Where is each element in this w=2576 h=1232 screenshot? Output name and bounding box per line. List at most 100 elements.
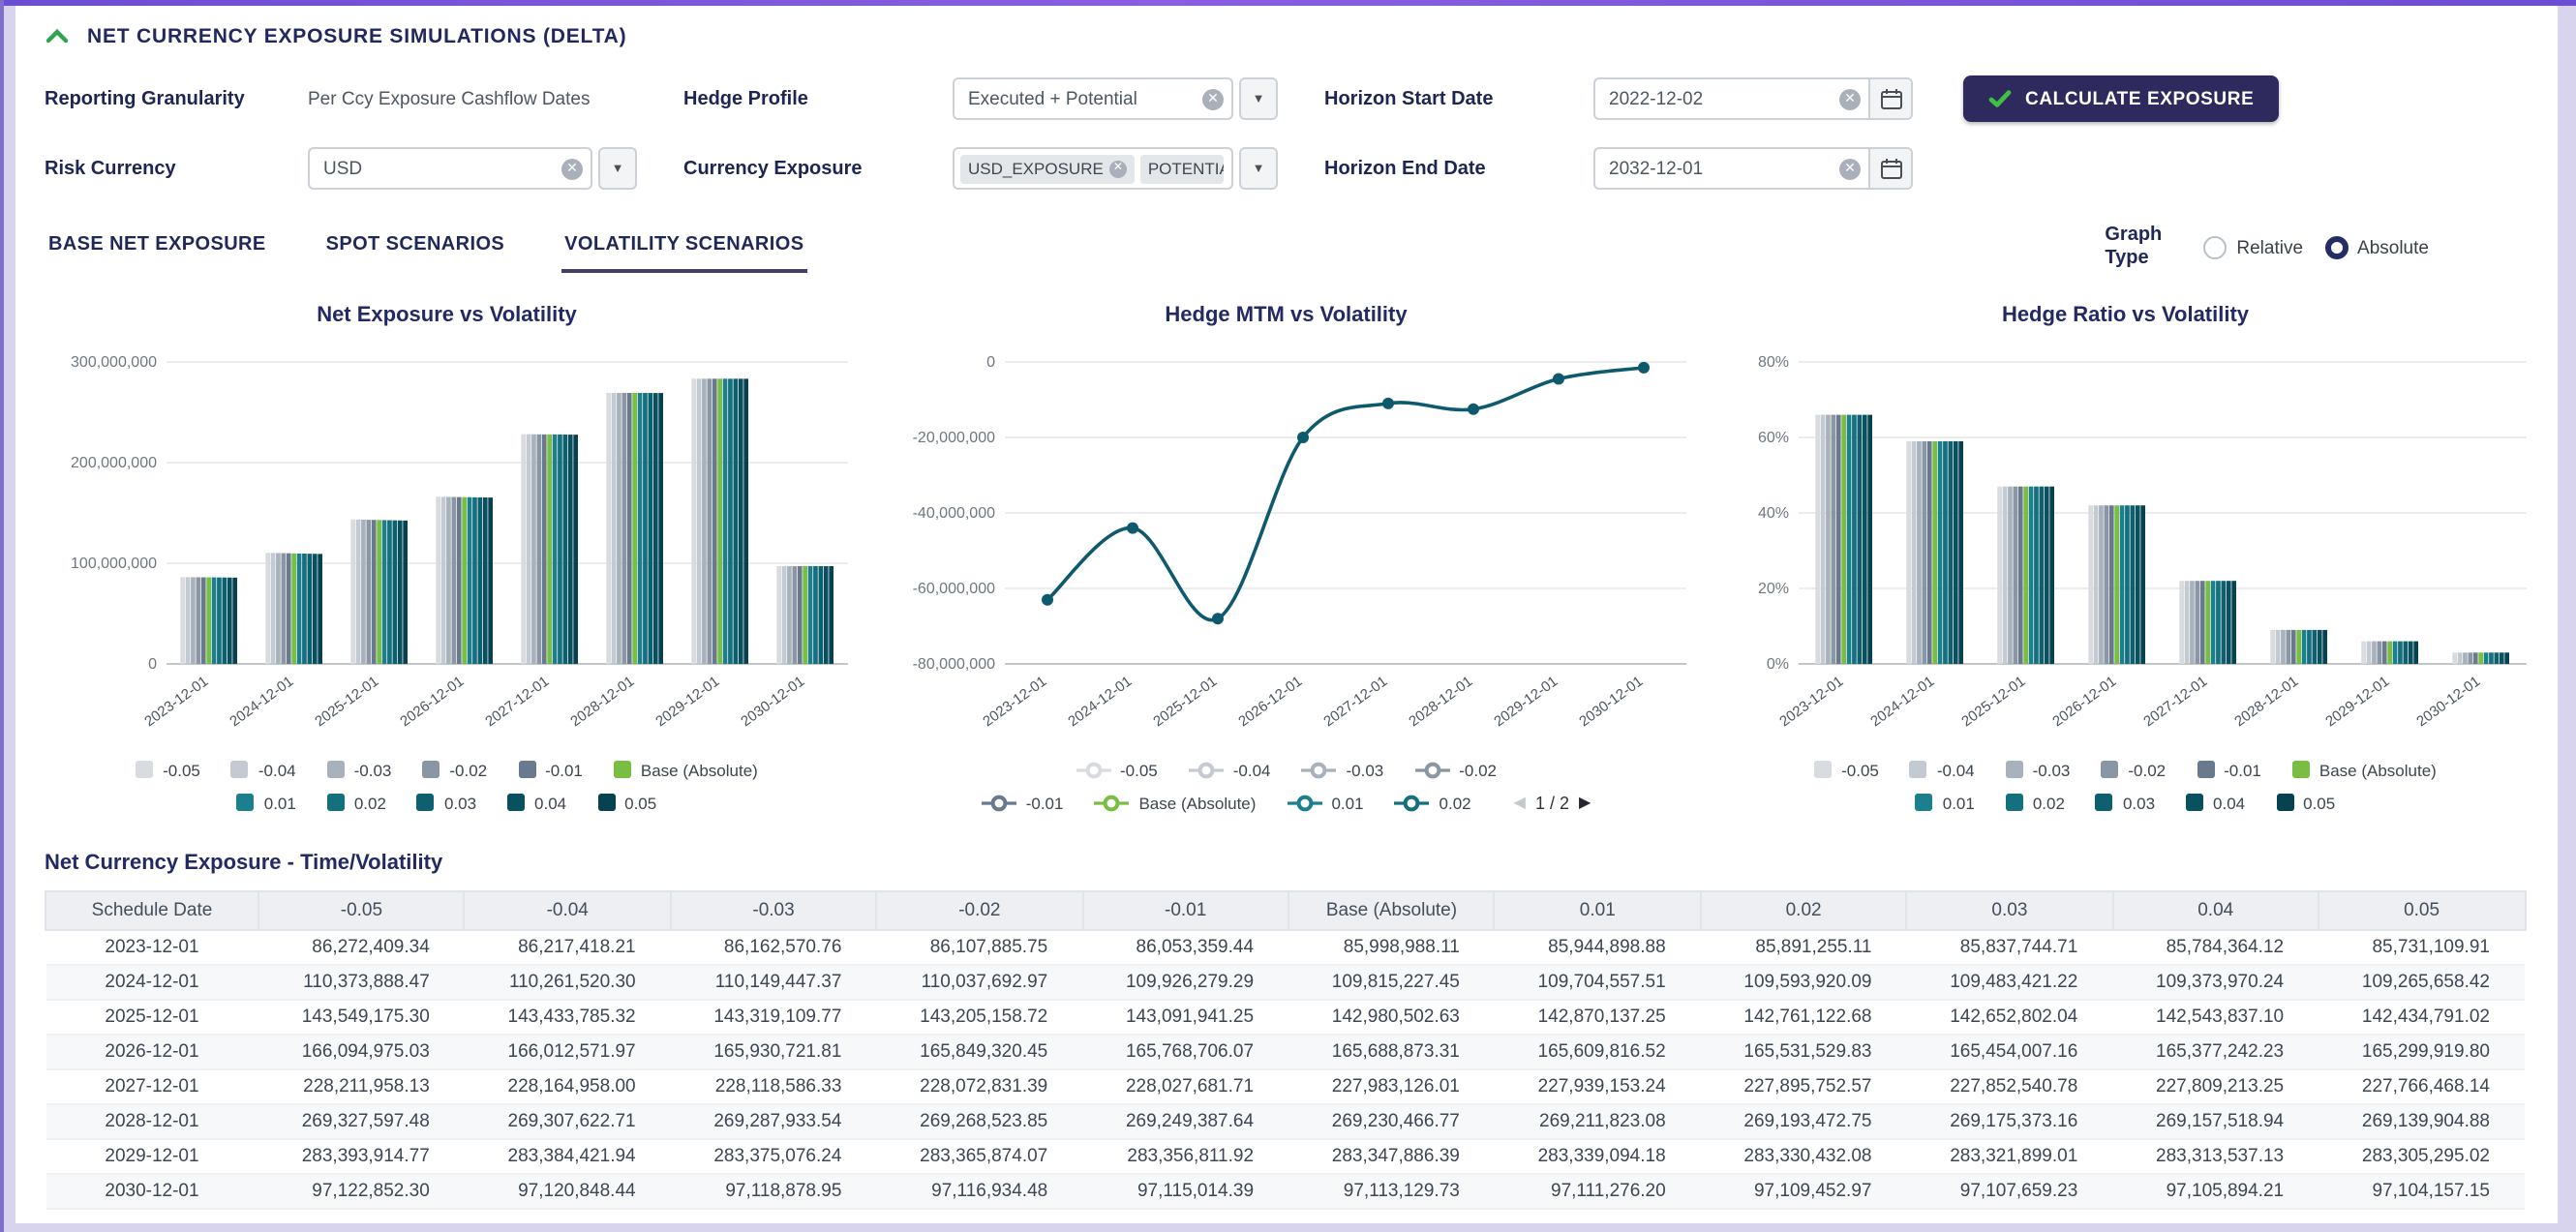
legend-item[interactable]: 0.05 [2276, 793, 2335, 812]
tab-volatility-scenarios[interactable]: VOLATILITY SCENARIOS [561, 222, 807, 272]
legend-item[interactable]: 0.04 [2186, 793, 2245, 812]
legend-pagination: ◀1 / 2▶ [1514, 793, 1591, 812]
legend-item[interactable]: 0.01 [1287, 793, 1363, 812]
hedge-profile-select[interactable]: Executed + Potential ✕ ▼ [953, 77, 1278, 120]
legend-item[interactable]: -0.03 [1302, 760, 1384, 779]
legend-item[interactable]: -0.02 [2101, 760, 2166, 779]
chevron-down-icon[interactable]: ▼ [1239, 77, 1278, 120]
legend-item[interactable]: Base (Absolute) [614, 760, 758, 779]
cell-value: 269,307,622.71 [465, 1103, 671, 1138]
clear-icon[interactable]: ✕ [1202, 88, 1224, 109]
cell-value: 269,139,904.88 [2318, 1103, 2525, 1138]
radio-absolute[interactable]: Absolute [2324, 236, 2429, 259]
legend-item[interactable]: -0.05 [1814, 760, 1879, 779]
legend-item[interactable]: -0.05 [136, 760, 200, 779]
cell-value: 165,849,320.45 [876, 1034, 1082, 1068]
legend-swatch-icon [2197, 761, 2214, 778]
next-page-icon[interactable]: ▶ [1579, 794, 1591, 811]
legend-line-marker-icon [1287, 793, 1321, 812]
legend-label: Base (Absolute) [641, 760, 758, 779]
legend-item[interactable]: 0.02 [1395, 793, 1471, 812]
risk-currency-input[interactable]: USD ✕ [308, 147, 592, 190]
legend-item[interactable]: 0.04 [507, 793, 566, 812]
legend-item[interactable]: -0.03 [327, 760, 392, 779]
legend-item[interactable]: -0.05 [1076, 760, 1158, 779]
svg-text:2025-12-01: 2025-12-01 [312, 672, 381, 729]
currency-exposure-input[interactable]: USD_EXPOSURE ✕ POTENTIAL_ [953, 147, 1233, 190]
clear-icon[interactable]: ✕ [1839, 158, 1861, 179]
col-header: -0.05 [258, 890, 465, 929]
legend-item[interactable]: -0.01 [518, 760, 583, 779]
legend-swatch-icon [237, 794, 255, 811]
horizon-start-date-input[interactable]: 2022-12-02 ✕ [1593, 77, 1913, 120]
legend-item[interactable]: -0.04 [1910, 760, 1975, 779]
risk-currency-select[interactable]: USD ✕ ▼ [308, 147, 637, 190]
calendar-icon[interactable] [1868, 149, 1911, 188]
chip-usd-exposure: USD_EXPOSURE ✕ [960, 154, 1135, 183]
legend-item[interactable]: -0.01 [2197, 760, 2261, 779]
legend-item[interactable]: 0.03 [2096, 793, 2155, 812]
cell-value: 97,111,276.20 [1495, 1173, 1701, 1208]
clear-icon[interactable]: ✕ [561, 158, 583, 179]
legend-row: 0.01 0.02 0.03 0.04 0.05 [1916, 793, 2335, 812]
legend-item[interactable]: 0.05 [597, 793, 656, 812]
tab-bar: BASE NET EXPOSURE SPOT SCENARIOS VOLATIL… [45, 222, 2526, 272]
legend-swatch-icon [327, 761, 345, 778]
legend-label: 0.01 [264, 793, 296, 812]
legend-item[interactable]: -0.03 [2006, 760, 2071, 779]
legend-item[interactable]: 0.03 [417, 793, 476, 812]
cell-value: 143,091,941.25 [1082, 999, 1288, 1034]
chevron-down-icon[interactable]: ▼ [598, 147, 637, 190]
cell-schedule-date: 2025-12-01 [45, 999, 258, 1034]
col-header-schedule-date: Schedule Date [45, 890, 258, 929]
legend-item[interactable]: -0.04 [231, 760, 296, 779]
legend-item[interactable]: -0.02 [422, 760, 487, 779]
cell-value: 142,761,122.68 [1701, 999, 1907, 1034]
cell-schedule-date: 2029-12-01 [45, 1138, 258, 1173]
clear-icon[interactable]: ✕ [1839, 88, 1861, 109]
legend-item[interactable]: 0.01 [237, 793, 296, 812]
cell-value: 165,454,007.16 [1907, 1034, 2113, 1068]
hedge-profile-input[interactable]: Executed + Potential ✕ [953, 77, 1233, 120]
cell-value: 142,652,802.04 [1907, 999, 2113, 1034]
legend-item[interactable]: -0.04 [1189, 760, 1271, 779]
radio-unselected-icon[interactable] [2203, 236, 2227, 259]
prev-page-icon[interactable]: ◀ [1514, 794, 1526, 811]
legend-item[interactable]: 0.02 [2006, 793, 2065, 812]
radio-relative[interactable]: Relative [2203, 236, 2303, 259]
legend-swatch-icon [507, 794, 525, 811]
tab-base-net-exposure[interactable]: BASE NET EXPOSURE [45, 222, 270, 272]
collapse-chevron-up-icon[interactable] [45, 27, 70, 45]
legend-item[interactable]: Base (Absolute) [1094, 793, 1256, 812]
cell-value: 109,926,279.29 [1082, 964, 1288, 999]
calendar-icon[interactable] [1868, 79, 1911, 118]
net-exposure-chart: 300,000,000200,000,000100,000,00002023-1… [31, 330, 864, 740]
svg-text:2024-12-01: 2024-12-01 [1867, 672, 1937, 729]
tab-spot-scenarios[interactable]: SPOT SCENARIOS [322, 222, 509, 272]
cell-value: 283,313,537.13 [2112, 1138, 2318, 1173]
cell-value: 269,287,933.54 [671, 1103, 877, 1138]
chip-potential: POTENTIAL_ [1140, 154, 1224, 183]
cell-value: 86,107,885.75 [876, 929, 1082, 964]
legend-item[interactable]: -0.02 [1414, 760, 1497, 779]
chevron-down-icon[interactable]: ▼ [1239, 147, 1278, 190]
chip-remove-icon[interactable]: ✕ [1109, 160, 1127, 177]
form-row-2: Risk Currency USD ✕ ▼ Currency Exposure [45, 146, 2526, 191]
cell-value: 110,373,888.47 [258, 964, 465, 999]
legend-item[interactable]: 0.02 [327, 793, 386, 812]
chart-title: Hedge Ratio vs Volatility [2002, 303, 2249, 326]
horizon-end-date-label: Horizon End Date [1324, 158, 1593, 179]
calculate-exposure-button[interactable]: CALCULATE EXPOSURE [1963, 75, 2279, 122]
legend-item[interactable]: Base (Absolute) [2292, 760, 2437, 779]
legend-label: 0.02 [2033, 793, 2065, 812]
cell-value: 97,116,934.48 [876, 1173, 1082, 1208]
radio-selected-icon[interactable] [2324, 236, 2348, 259]
currency-exposure-multiselect[interactable]: USD_EXPOSURE ✕ POTENTIAL_ ▼ [953, 147, 1278, 190]
legend-swatch-icon [2101, 761, 2118, 778]
legend-item[interactable]: -0.01 [982, 793, 1064, 812]
table-row: 2028-12-01269,327,597.48269,307,622.7126… [45, 1103, 2525, 1138]
cell-value: 165,930,721.81 [671, 1034, 877, 1068]
legend-item[interactable]: 0.01 [1916, 793, 1975, 812]
svg-text:2029-12-01: 2029-12-01 [652, 672, 722, 729]
horizon-end-date-input[interactable]: 2032-12-01 ✕ [1593, 147, 1913, 190]
